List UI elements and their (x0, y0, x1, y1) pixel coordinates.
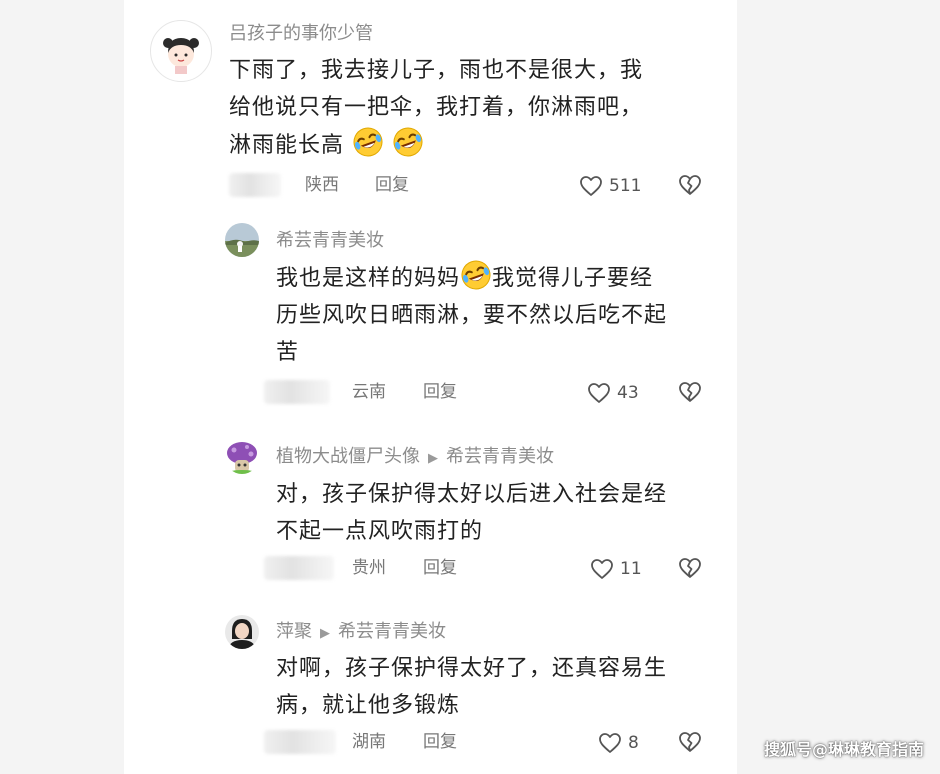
heart-outline-icon (590, 557, 614, 581)
location-label: 陕西 (305, 175, 339, 195)
reply-to-author[interactable]: 希芸青青美妆 (338, 621, 446, 642)
triangle-right-icon: ▶ (428, 451, 438, 466)
broken-heart-icon[interactable] (678, 173, 702, 197)
like-button[interactable]: 11 (590, 555, 642, 583)
broken-heart-icon[interactable] (678, 380, 702, 404)
comment-item: 吕孩子的事你少管 下雨了，我去接儿子，雨也不是很大，我 给他说只有一把伞，我打着… (124, 0, 737, 210)
comment-text: 对，孩子保护得太好以后进入社会是经 不起一点风吹雨打的 (276, 476, 667, 550)
comment-author-line: 植物大战僵尸头像 ▶ 希芸青青美妆 (276, 445, 554, 471)
blurred-time (264, 730, 336, 754)
blurred-time (229, 173, 281, 197)
comment-text-line: 苦 (276, 340, 300, 365)
watermark: 搜狐号@琳琳教育指南 (764, 736, 928, 760)
comment-author[interactable]: 萍聚 (276, 621, 312, 642)
blurred-time (264, 556, 334, 580)
reply-item: 希芸青青美妆 我也是这样的妈妈 我觉得儿子要经 历些风吹日晒雨淋，要不然以后吃不起… (124, 210, 737, 420)
comment-text-segment: 我觉得儿子要经 (492, 266, 654, 291)
like-count: 11 (620, 559, 642, 579)
comment-meta: 贵州 回复 11 (264, 554, 724, 582)
like-count: 511 (609, 176, 642, 196)
avatar[interactable] (150, 20, 212, 82)
reply-button[interactable]: 回复 (375, 171, 409, 199)
comment-text-line: 下雨了，我去接儿子，雨也不是很大，我 (229, 58, 644, 83)
reply-button[interactable]: 回复 (423, 728, 457, 756)
comment-text: 我也是这样的妈妈 我觉得儿子要经 历些风吹日晒雨淋，要不然以后吃不起 苦 (276, 259, 667, 371)
reply-to-author[interactable]: 希芸青青美妆 (446, 446, 554, 467)
comment-text-line: 我也是这样的妈妈 我觉得儿子要经 (276, 259, 667, 297)
avatar[interactable] (225, 223, 259, 257)
comment-meta: 陕西 回复 511 (229, 171, 729, 199)
location-label: 云南 (352, 382, 386, 402)
broken-heart-icon[interactable] (678, 730, 702, 754)
comment-text-line: 对，孩子保护得太好以后进入社会是经 (276, 482, 668, 507)
reply-item: 植物大战僵尸头像 ▶ 希芸青青美妆 对，孩子保护得太好以后进入社会是经 不起一点风吹… (124, 420, 737, 600)
like-button[interactable]: 511 (579, 172, 641, 200)
comment-text-line: 淋雨能长高 (229, 126, 643, 164)
comment-author[interactable]: 植物大战僵尸头像 (276, 446, 420, 467)
heart-outline-icon (598, 731, 622, 755)
like-button[interactable]: 43 (587, 379, 639, 407)
heart-outline-icon (587, 381, 611, 405)
rofl-emoji-icon (392, 126, 424, 158)
blurred-time (264, 380, 330, 404)
comment-text-segment: 我也是这样的妈妈 (276, 266, 461, 291)
reply-button[interactable]: 回复 (423, 554, 457, 582)
comment-text-line: 病，就让他多锻炼 (276, 693, 461, 718)
comment-text-line: 历些风吹日晒雨淋，要不然以后吃不起 (276, 303, 668, 328)
reply-button[interactable]: 回复 (423, 378, 457, 406)
heart-outline-icon (579, 174, 603, 198)
comment-author-line: 萍聚 ▶ 希芸青青美妆 (276, 620, 446, 646)
comment-meta: 云南 回复 43 (264, 378, 724, 406)
comment-text-segment: 淋雨能长高 (229, 133, 345, 158)
broken-heart-icon[interactable] (678, 556, 702, 580)
comment-text: 下雨了，我去接儿子，雨也不是很大，我 给他说只有一把伞，我打着，你淋雨吧， 淋雨… (229, 52, 643, 164)
like-button[interactable]: 8 (598, 729, 639, 757)
comment-meta: 湖南 回复 8 (264, 728, 724, 756)
comment-text: 对啊，孩子保护得太好了，还真容易生 病，就让他多锻炼 (276, 650, 667, 724)
avatar[interactable] (225, 440, 259, 474)
comment-list: 吕孩子的事你少管 下雨了，我去接儿子，雨也不是很大，我 给他说只有一把伞，我打着… (124, 0, 737, 774)
location-label: 贵州 (352, 558, 386, 578)
comment-text-line: 对啊，孩子保护得太好了，还真容易生 (276, 656, 668, 681)
screenshot-page: 吕孩子的事你少管 下雨了，我去接儿子，雨也不是很大，我 给他说只有一把伞，我打着… (0, 0, 940, 774)
location-label: 湖南 (352, 732, 386, 752)
watermark-text: 搜狐号@琳琳教育指南 (763, 740, 924, 759)
rofl-emoji-icon (352, 126, 384, 158)
like-count: 8 (628, 733, 639, 753)
avatar[interactable] (225, 615, 259, 649)
reply-item: 萍聚 ▶ 希芸青青美妆 对啊，孩子保护得太好了，还真容易生 病，就让他多锻炼 湖南 … (124, 600, 737, 774)
like-count: 43 (617, 383, 639, 403)
comment-text-line: 不起一点风吹雨打的 (276, 519, 484, 544)
rofl-emoji-icon (460, 259, 492, 291)
comment-author[interactable]: 吕孩子的事你少管 (229, 22, 373, 46)
triangle-right-icon: ▶ (320, 626, 330, 641)
comment-text-line: 给他说只有一把伞，我打着，你淋雨吧， (229, 95, 644, 120)
comment-author[interactable]: 希芸青青美妆 (276, 229, 384, 253)
